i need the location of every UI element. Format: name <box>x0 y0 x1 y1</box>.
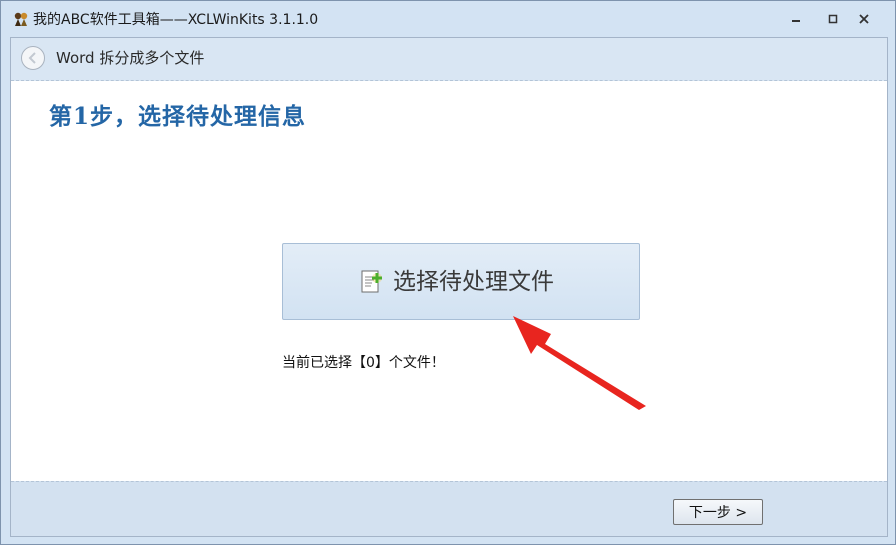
red-arrow-icon <box>513 316 646 410</box>
maximize-icon <box>828 14 838 24</box>
selected-file-count: 当前已选择【0】个文件！ <box>282 355 445 371</box>
app-icon <box>14 12 28 26</box>
header-title: Word 拆分成多个文件 <box>56 49 205 67</box>
back-circle-icon <box>28 52 36 64</box>
select-file-button-content: 选择待处理文件 <box>359 268 554 296</box>
minimize-button[interactable] <box>784 10 808 28</box>
file-add-icon <box>361 270 382 293</box>
maximize-button[interactable] <box>821 10 845 28</box>
header-bar: Word 拆分成多个文件 <box>11 38 887 81</box>
window-title: 我的ABC软件工具箱——XCLWinKits 3.1.1.0 <box>33 12 319 28</box>
minimize-icon <box>792 20 800 22</box>
app-window: 我的ABC软件工具箱——XCLWinKits 3.1.1.0 Word 拆分成多… <box>0 0 896 545</box>
close-icon <box>859 14 869 24</box>
content-panel: Word 拆分成多个文件 第1步，选择待处理信息 选择待处理文件 当前已选择【0… <box>10 37 888 537</box>
select-file-button-label: 选择待处理文件 <box>393 269 554 295</box>
footer-bar: 下一步 > <box>11 481 887 536</box>
next-step-button[interactable]: 下一步 > <box>673 499 763 525</box>
step-title: 第1步，选择待处理信息 <box>49 103 307 130</box>
close-button[interactable] <box>852 10 876 28</box>
title-bar[interactable]: 我的ABC软件工具箱——XCLWinKits 3.1.1.0 <box>1 1 895 37</box>
back-button[interactable] <box>21 46 45 70</box>
